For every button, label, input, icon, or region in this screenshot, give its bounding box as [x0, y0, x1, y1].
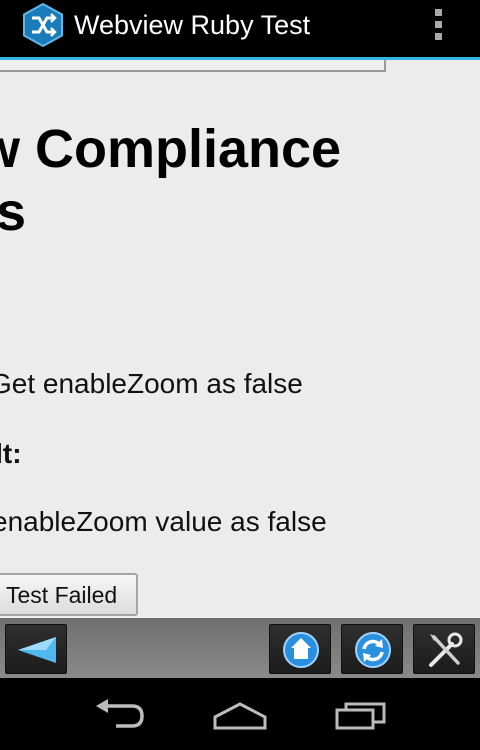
actual-text: enableZoom value as false [0, 506, 327, 537]
hexagon-shuffle-icon[interactable] [20, 2, 66, 48]
test-failed-button[interactable]: Test Failed [0, 573, 138, 616]
system-navigation-bar [0, 678, 480, 750]
home-nav-icon[interactable] [212, 696, 268, 732]
heading-line-1: w Compliance [0, 119, 342, 179]
bottom-toolbar [0, 618, 480, 678]
refresh-icon [355, 632, 391, 668]
webview-content[interactable]: w Compliance ts Get enableZoom as false … [0, 60, 480, 618]
home-icon [283, 632, 319, 668]
recents-nav-icon[interactable] [334, 696, 390, 732]
heading-line-2: ts [0, 182, 27, 242]
back-nav-icon[interactable] [92, 696, 148, 732]
page-heading: w Compliance ts [0, 118, 480, 244]
action-bar: Webview Ruby Test [0, 0, 480, 60]
toolbar-back-button[interactable] [5, 624, 67, 674]
toolbar-settings-button[interactable] [413, 624, 475, 674]
overflow-menu-icon[interactable] [426, 6, 450, 42]
tools-icon [429, 632, 463, 667]
blue-triangle-back-icon [18, 637, 56, 663]
result-label: ult: [0, 438, 22, 469]
top-frame-box [0, 60, 386, 72]
app-title: Webview Ruby Test [74, 10, 311, 40]
toolbar-refresh-button[interactable] [341, 624, 403, 674]
expected-text: Get enableZoom as false [0, 368, 303, 399]
toolbar-home-button[interactable] [269, 624, 331, 674]
